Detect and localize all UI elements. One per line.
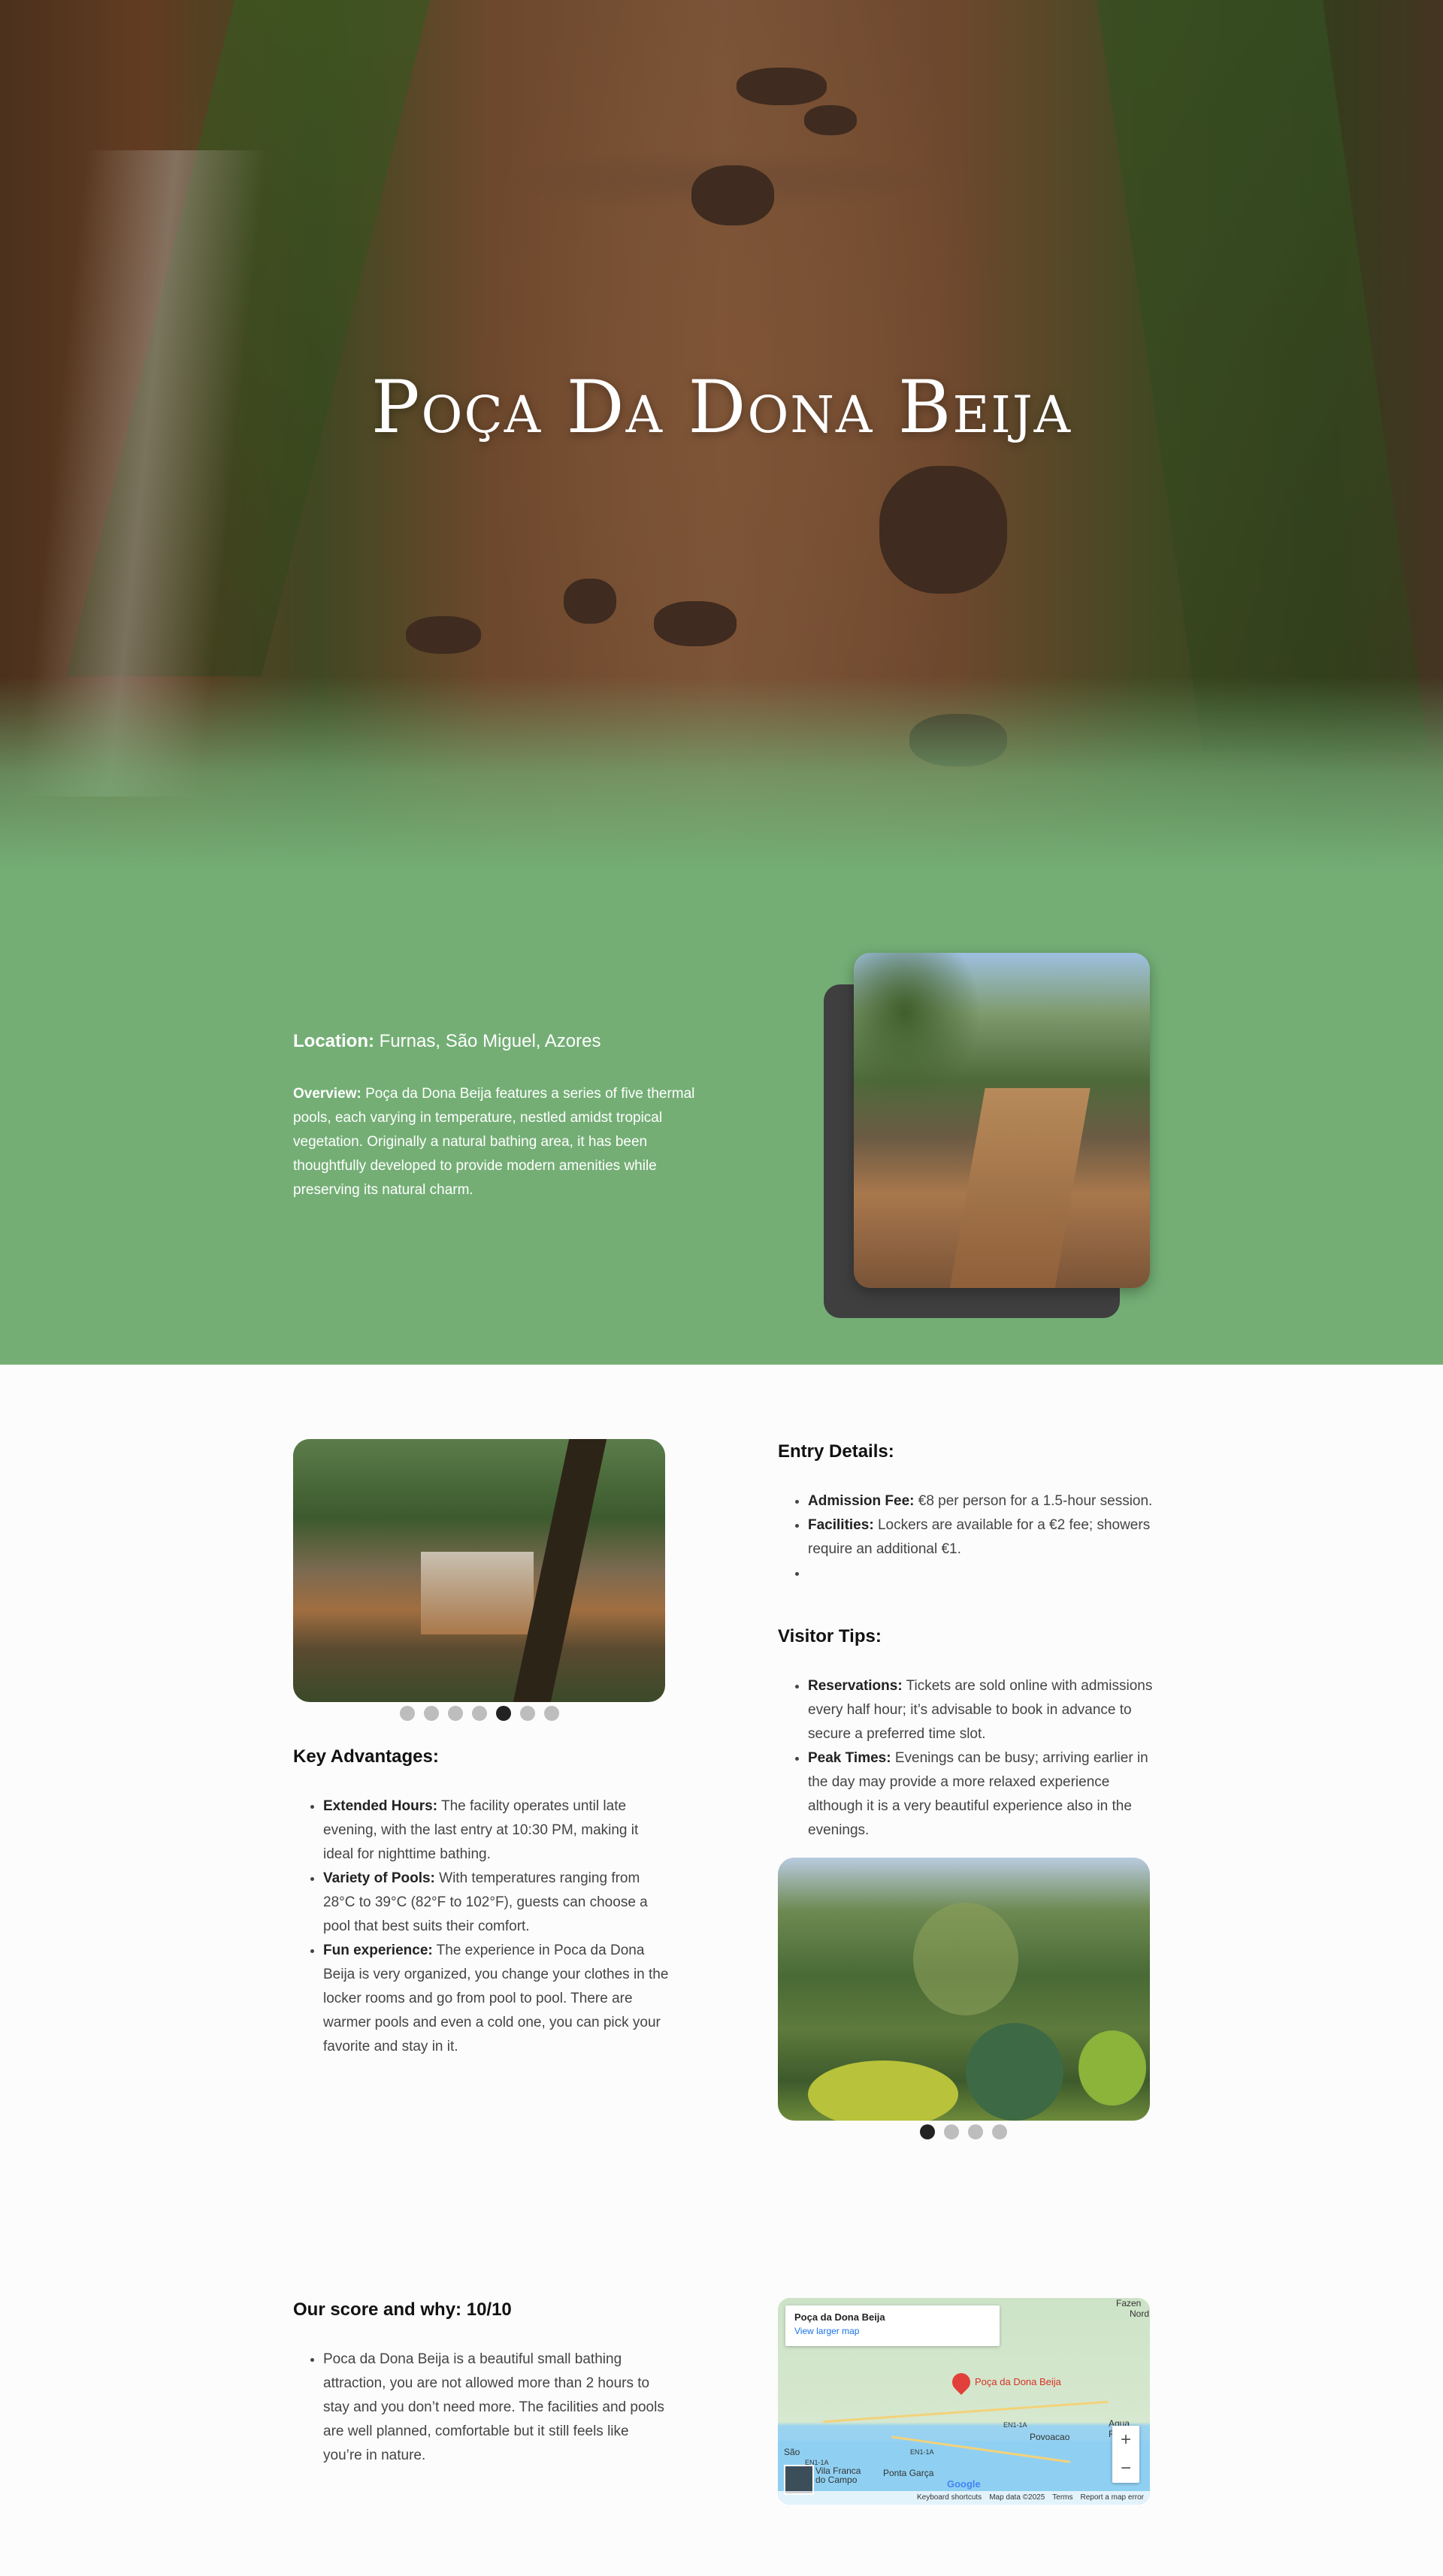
map-label: Povoacao (1030, 2432, 1070, 2442)
carousel-dot[interactable] (968, 2124, 983, 2139)
list-item: Reservations: Tickets are sold online wi… (808, 1674, 1154, 1746)
score-heading: Our score and why: 10/10 (293, 2299, 512, 2320)
carousel-dot[interactable] (544, 1706, 559, 1721)
google-logo: Google (947, 2478, 981, 2490)
map-pin-label: Poça da Dona Beija (975, 2376, 1061, 2387)
carousel-dot[interactable] (400, 1706, 415, 1721)
zoom-out-button[interactable]: − (1112, 2454, 1139, 2483)
map-info-card: Poça da Dona Beija View larger map (785, 2305, 1000, 2346)
hero-fade (0, 676, 1443, 872)
carousel-dot[interactable] (472, 1706, 487, 1721)
photo-path (948, 1088, 1091, 1288)
view-larger-map-link[interactable]: View larger map (794, 2326, 991, 2336)
intro-section (0, 872, 1443, 1365)
map-label: Fazen (1116, 2298, 1142, 2308)
map-data-text: Map data ©2025 (989, 2493, 1045, 2502)
key-advantages-heading: Key Advantages: (293, 1746, 439, 1767)
carousel-dot[interactable] (992, 2124, 1007, 2139)
photo-waterfall (421, 1552, 534, 1634)
overview-label: Overview: (293, 1086, 362, 1102)
entry-details-heading: Entry Details: (778, 1441, 894, 1462)
map-place-name: Poça da Dona Beija (794, 2311, 885, 2323)
list-item: Fun experience: The experience in Poca d… (323, 1939, 669, 2059)
list-item: Extended Hours: The facility operates un… (323, 1794, 669, 1867)
terms-link[interactable]: Terms (1052, 2493, 1072, 2502)
photo-bush (966, 2023, 1063, 2121)
photo-tree (913, 1903, 1018, 2015)
list-item: Admission Fee: €8 per person for a 1.5-h… (808, 1489, 1154, 1513)
location-label: Location: (293, 1031, 374, 1051)
map-label: Ponta Garça (883, 2468, 934, 2478)
visitor-tips-list: Reservations: Tickets are sold online wi… (778, 1674, 1154, 1843)
photo-bush (1078, 2030, 1146, 2106)
map-embed[interactable]: São Nord Fazen Povoacao Agua Retorta Vil… (778, 2298, 1150, 2505)
report-error-link[interactable]: Report a map error (1081, 2493, 1144, 2502)
list-item-empty (808, 1562, 1154, 1586)
page-title: Poça Da Dona Beija (371, 365, 1072, 449)
entry-details-list: Admission Fee: €8 per person for a 1.5-h… (778, 1489, 1154, 1586)
location-line: Location: Furnas, São Miguel, Azores (293, 1031, 600, 1052)
list-item: Variety of Pools: With temperatures rang… (323, 1867, 669, 1939)
carousel-dot[interactable] (496, 1706, 511, 1721)
photo-tree (854, 953, 982, 1103)
gallery-image-left[interactable] (293, 1439, 665, 1702)
hero-banner: Poça Da Dona Beija (0, 0, 1443, 872)
carousel-dot[interactable] (520, 1706, 535, 1721)
carousel-dot[interactable] (424, 1706, 439, 1721)
carousel-dot[interactable] (944, 2124, 959, 2139)
map-zoom-control: + − (1112, 2426, 1139, 2483)
map-footer: Keyboard shortcuts Map data ©2025 Terms … (778, 2491, 1150, 2505)
map-pin-icon[interactable] (948, 2369, 974, 2395)
overview-text: Poça da Dona Beija features a series of … (293, 1086, 695, 1198)
map-label: Vila Franca do Campo (815, 2466, 861, 2485)
score-list: Poca da Dona Beija is a beautiful small … (293, 2348, 669, 2468)
photo-bush (808, 2060, 958, 2121)
location-value: Furnas, São Miguel, Azores (379, 1031, 601, 1051)
key-advantages-list: Extended Hours: The facility operates un… (293, 1794, 669, 2059)
visitor-tips-heading: Visitor Tips: (778, 1626, 882, 1646)
gallery-right-dots (920, 2124, 1007, 2139)
map-satellite-toggle[interactable] (784, 2465, 814, 2495)
list-item: Peak Times: Evenings can be busy; arrivi… (808, 1746, 1154, 1843)
map-road-code: EN1-1A (910, 2448, 934, 2456)
keyboard-shortcuts-link[interactable]: Keyboard shortcuts (917, 2493, 982, 2502)
carousel-dot[interactable] (448, 1706, 463, 1721)
overview-paragraph: Overview: Poça da Dona Beija features a … (293, 1082, 714, 1202)
zoom-in-button[interactable]: + (1112, 2426, 1139, 2454)
list-item: Facilities: Lockers are available for a … (808, 1513, 1154, 1562)
list-item: Poca da Dona Beija is a beautiful small … (323, 2348, 669, 2468)
intro-photo (854, 953, 1150, 1288)
map-road (823, 2400, 1109, 2423)
carousel-dot[interactable] (920, 2124, 935, 2139)
gallery-image-right[interactable] (778, 1858, 1150, 2121)
map-label: São (784, 2447, 800, 2457)
map-road-code: EN1-1A (1003, 2421, 1027, 2429)
gallery-left-dots (400, 1706, 559, 1721)
map-label: Nord (1130, 2308, 1150, 2319)
